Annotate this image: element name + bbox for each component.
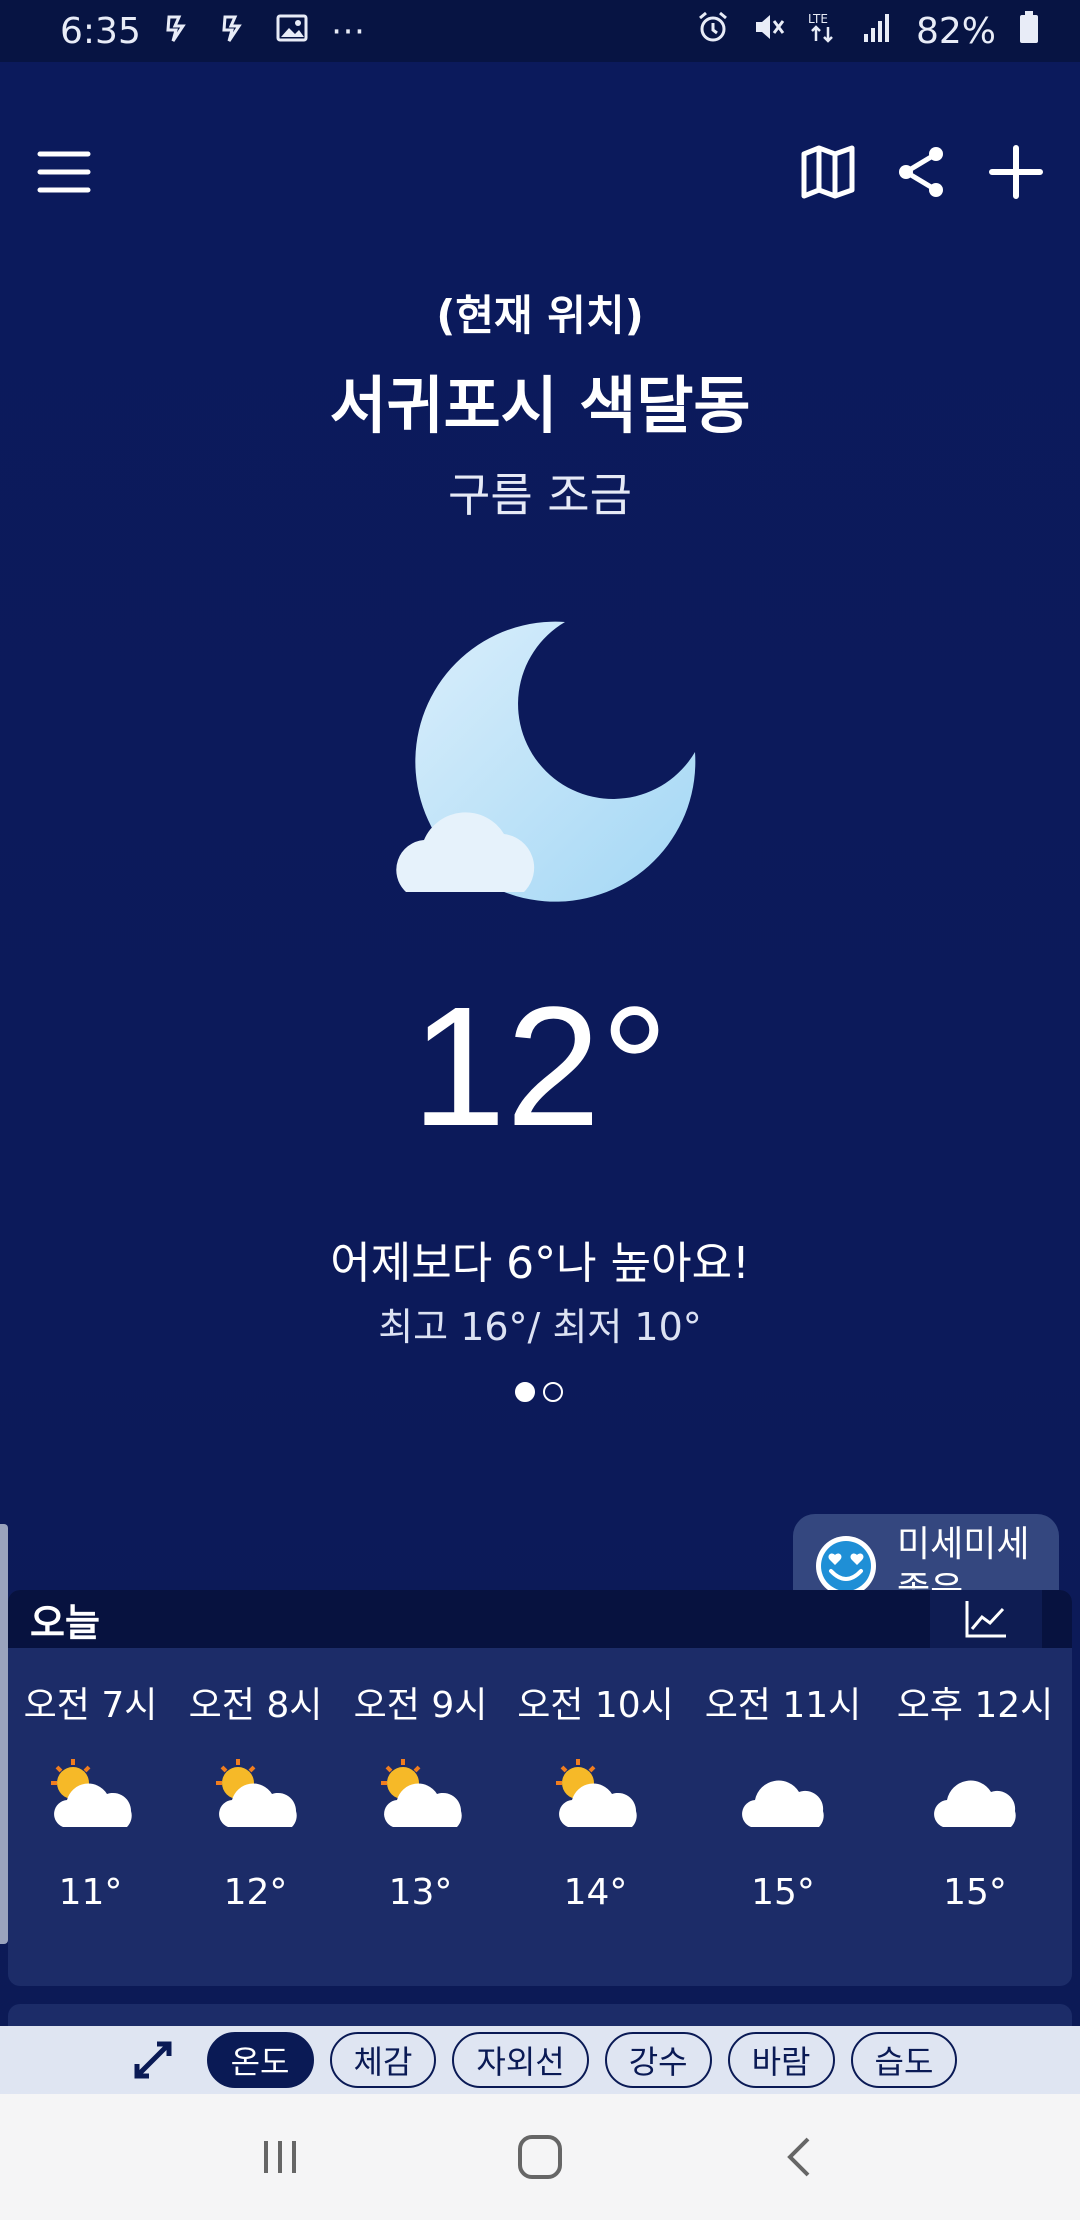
current-weather: (현재 위치) 서귀포시 색달동 구름 조금 [0, 282, 1080, 525]
today-title: 오늘 [30, 1600, 100, 1645]
hour-item: 오전 11시 15° [688, 1676, 878, 1913]
current-temperature: 12° [411, 972, 669, 1162]
hourly-forecast: 오전 7시 11° 오전 8시 12° 오전 9시 13° 오전 10시 14°… [8, 1676, 1072, 1913]
chip-uv[interactable]: 자외선 [452, 2032, 589, 2088]
sun-cloud-icon [503, 1742, 688, 1852]
page-dot-active [515, 1382, 535, 1402]
hour-temp: 15° [751, 1872, 815, 1913]
chip-temperature[interactable]: 온도 [206, 2032, 314, 2088]
hour-item: 오후 12시 15° [878, 1676, 1072, 1913]
cloud-icon [688, 1742, 878, 1852]
hour-time: 오전 8시 [188, 1685, 323, 1726]
page-indicator [515, 1382, 563, 1402]
lte-icon: LTE [808, 10, 838, 53]
chip-wind[interactable]: 바람 [727, 2032, 835, 2088]
hour-temp: 13° [388, 1872, 453, 1913]
page-dot [543, 1382, 563, 1402]
cloud-icon [878, 1742, 1072, 1852]
graph-filter-bar: 온도 체감 자외선 강수 바람 습도 [0, 2026, 1080, 2094]
battery-level: 82% [915, 10, 996, 52]
flash-icon [163, 11, 197, 51]
more-dots-icon: ⋯ [330, 11, 365, 51]
hamburger-icon[interactable] [22, 122, 106, 222]
hour-time: 오전 9시 [353, 1685, 488, 1726]
line-chart-icon[interactable] [930, 1590, 1042, 1648]
weather-condition: 구름 조금 [448, 468, 632, 522]
sun-cloud-icon [338, 1742, 503, 1852]
signal-icon [860, 10, 894, 53]
hour-item: 오전 10시 14° [503, 1676, 688, 1913]
top-bar [0, 122, 1080, 222]
hour-time: 오전 11시 [704, 1685, 862, 1726]
share-icon[interactable] [882, 122, 962, 222]
system-nav-bar [0, 2094, 1080, 2220]
hour-item: 오전 9시 13° [338, 1676, 503, 1913]
map-icon[interactable] [788, 122, 868, 222]
flash-icon [219, 11, 253, 51]
high-low-temperature: 최고 16°/ 최저 10° [378, 1305, 702, 1349]
today-header: 오늘 [8, 1590, 1072, 1648]
mute-icon [752, 10, 786, 53]
temperature-comparison: 어제보다 6°나 높아요! [330, 1238, 750, 1289]
side-edge-handle[interactable] [0, 1524, 8, 1944]
hour-temp: 15° [943, 1872, 1007, 1913]
sun-cloud-icon [8, 1742, 173, 1852]
location-name[interactable]: 서귀포시 색달동 [0, 355, 1080, 445]
battery-icon [1018, 10, 1040, 53]
svg-text:LTE: LTE [808, 12, 828, 26]
home-icon[interactable] [490, 2107, 590, 2207]
location-caption: (현재 위치) [436, 291, 644, 340]
hour-temp: 14° [563, 1872, 628, 1913]
chip-feels-like[interactable]: 체감 [329, 2032, 437, 2088]
sun-cloud-icon [173, 1742, 338, 1852]
image-icon [275, 11, 309, 51]
hour-time: 오전 10시 [517, 1685, 674, 1726]
today-panel: 오늘 오전 7시 11° 오전 8시 12° 오전 9시 13° 오전 10시 … [8, 1590, 1072, 1986]
hour-temp: 12° [223, 1872, 288, 1913]
status-bar: 6:35 ⋯ LTE 82% [0, 0, 1080, 62]
add-icon[interactable] [974, 122, 1058, 222]
chip-humidity[interactable]: 습도 [850, 2032, 958, 2088]
hour-time: 오후 12시 [896, 1685, 1054, 1726]
hour-item: 오전 7시 11° [8, 1676, 173, 1913]
alarm-icon [696, 10, 730, 53]
moon-cloud-icon [370, 592, 720, 952]
recents-icon[interactable] [230, 2107, 330, 2207]
fine-dust-label: 미세미세 [897, 1524, 1030, 1565]
status-time: 6:35 [60, 10, 141, 52]
hour-temp: 11° [58, 1872, 123, 1913]
hour-time: 오전 7시 [23, 1685, 158, 1726]
back-icon[interactable] [750, 2107, 850, 2207]
chip-precipitation[interactable]: 강수 [604, 2032, 712, 2088]
hour-item: 오전 8시 12° [173, 1676, 338, 1913]
expand-icon[interactable] [123, 2032, 183, 2088]
